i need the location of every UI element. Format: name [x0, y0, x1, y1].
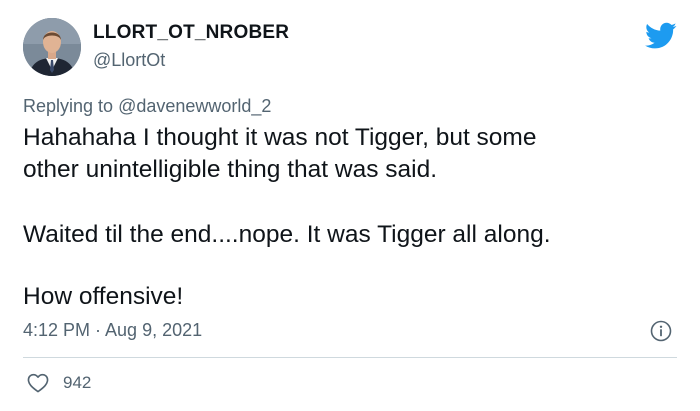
tweet-text-line: Hahahaha I thought it was not Tigger, bu…	[23, 124, 537, 151]
tweet-text-paragraph-1: Hahahaha I thought it was not Tigger, bu…	[23, 122, 683, 186]
tweet-text-line: other unintelligible thing that was said…	[23, 156, 438, 183]
reply-prefix: Replying to	[23, 96, 114, 116]
tweet-text-paragraph-2: Waited til the end....nope. It was Tigge…	[23, 221, 551, 248]
replying-to: Replying to @davenewworld_2	[23, 96, 271, 117]
user-handle[interactable]: @LlortOt	[93, 50, 165, 71]
twitter-bird-icon[interactable]	[645, 22, 677, 50]
avatar[interactable]	[23, 18, 81, 76]
divider	[23, 357, 677, 358]
display-name[interactable]: LLORT_OT_NROBER	[93, 22, 289, 44]
tweet-timestamp[interactable]: 4:12 PM · Aug 9, 2021	[23, 320, 202, 341]
tweet-card: LLORT_OT_NROBER @LlortOt Replying to @da…	[0, 0, 700, 411]
tweet-text-paragraph-3: How offensive!	[23, 283, 184, 310]
info-icon[interactable]	[650, 320, 672, 342]
reply-mention-link[interactable]: @davenewworld_2	[118, 96, 271, 116]
like-count: 942	[63, 373, 92, 392]
heart-icon[interactable]	[27, 373, 49, 393]
